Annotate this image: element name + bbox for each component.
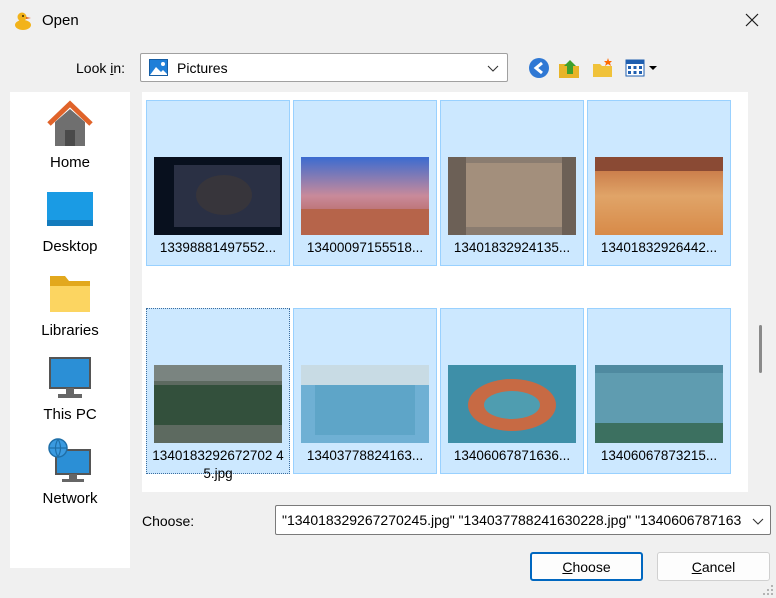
look-in-value: Pictures xyxy=(177,60,228,76)
window-title: Open xyxy=(42,12,79,29)
file-tile[interactable]: 13400097155518... xyxy=(293,100,437,266)
resize-grip-icon[interactable] xyxy=(762,584,774,596)
file-tile[interactable]: 13406067871636... xyxy=(440,308,584,474)
image-thumbnail xyxy=(595,157,723,235)
back-button[interactable] xyxy=(526,55,552,81)
place-home[interactable]: Home xyxy=(10,100,130,178)
place-libraries[interactable]: Libraries xyxy=(10,268,130,346)
new-folder-icon xyxy=(593,58,612,77)
places-bar: Home Desktop Libraries This PC Network xyxy=(10,92,130,568)
file-tile[interactable]: 13401832926442... xyxy=(587,100,731,266)
up-folder-icon xyxy=(559,60,579,78)
chevron-down-icon xyxy=(487,65,499,72)
cancel-button[interactable]: Cancel xyxy=(657,552,770,581)
image-thumbnail xyxy=(154,157,282,235)
duck-app-icon xyxy=(15,12,31,30)
choose-label: Choose: xyxy=(142,513,195,529)
file-list[interactable]: 13398881497552... 13400097155518... 1340… xyxy=(142,92,748,492)
look-in-dropdown[interactable]: Pictures xyxy=(140,53,508,82)
place-this-pc[interactable]: This PC xyxy=(10,352,130,430)
file-tile[interactable]: 13401832924135... xyxy=(440,100,584,266)
close-icon xyxy=(745,13,759,27)
back-arrow-icon xyxy=(529,58,549,78)
network-icon xyxy=(48,438,91,482)
scrollbar-thumb[interactable] xyxy=(759,325,762,373)
new-folder-button[interactable] xyxy=(590,55,616,81)
desktop-icon xyxy=(47,192,93,226)
image-thumbnail xyxy=(301,157,429,235)
place-desktop[interactable]: Desktop xyxy=(10,184,130,262)
close-button[interactable] xyxy=(734,4,770,36)
file-name-value[interactable]: "134018329267270245.jpg" "13403778824163… xyxy=(282,512,742,528)
file-tile[interactable]: 13398881497552... xyxy=(146,100,290,266)
place-network[interactable]: Network xyxy=(10,436,130,514)
file-tile[interactable]: 13403778824163... xyxy=(293,308,437,474)
image-thumbnail xyxy=(448,365,576,443)
libraries-folder-icon xyxy=(50,276,90,312)
up-one-level-button[interactable] xyxy=(556,55,582,81)
vertical-scrollbar[interactable] xyxy=(750,92,770,492)
title-bar: Open xyxy=(0,0,776,42)
image-thumbnail xyxy=(448,157,576,235)
pictures-folder-icon xyxy=(149,59,168,76)
file-name-combobox[interactable]: "134018329267270245.jpg" "13403778824163… xyxy=(275,505,771,535)
look-in-label: Look in: xyxy=(76,60,126,76)
chevron-down-icon xyxy=(752,518,764,525)
view-menu-button[interactable] xyxy=(624,55,660,81)
file-tile[interactable]: 1340183292672702 45.jpg xyxy=(146,308,290,481)
image-thumbnail xyxy=(301,365,429,443)
this-pc-icon xyxy=(49,357,91,398)
file-tile[interactable]: 13406067873215... xyxy=(587,308,731,474)
image-thumbnail xyxy=(154,365,282,443)
image-thumbnail xyxy=(595,365,723,443)
home-icon xyxy=(47,100,93,146)
grid-view-icon xyxy=(625,59,657,77)
choose-button[interactable]: Choose xyxy=(530,552,643,581)
